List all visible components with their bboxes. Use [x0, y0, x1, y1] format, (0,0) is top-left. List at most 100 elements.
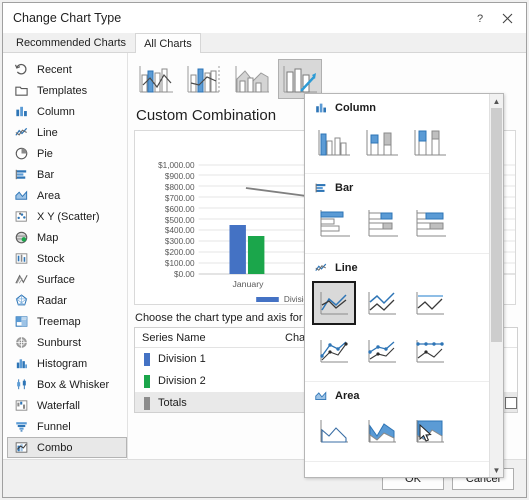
gallery-item-100-stacked-line-with-markers[interactable] — [408, 329, 452, 373]
svg-text:?: ? — [477, 13, 483, 24]
sidebar-item-area[interactable]: Area — [7, 185, 127, 206]
gallery-group-column: Column — [305, 94, 489, 174]
map-icon — [15, 231, 28, 244]
svg-text:$700.00: $700.00 — [165, 194, 195, 203]
box-whisker-icon — [17, 379, 26, 390]
xtick-january: January — [232, 279, 264, 289]
gallery-item-area[interactable] — [312, 409, 356, 453]
svg-text:$900.00: $900.00 — [165, 172, 195, 181]
help-icon[interactable]: ? — [468, 6, 494, 30]
sidebar-item-map[interactable]: Map — [7, 227, 127, 248]
sidebar-item-label: Pie — [37, 147, 53, 160]
gallery-group-bar: Bar — [305, 174, 489, 254]
gallery-group-header: Column — [305, 98, 489, 119]
combo-thumb-clustered-column-line[interactable] — [134, 59, 178, 99]
gallery-group-label: Area — [335, 390, 360, 402]
sidebar-item-combo[interactable]: Combo — [7, 437, 127, 458]
bar-division1-january — [229, 225, 246, 274]
radar-icon — [15, 294, 28, 306]
sidebar-item-sunburst[interactable]: Sunburst — [7, 332, 127, 353]
series-color-swatch — [144, 396, 150, 410]
scrollbar-thumb[interactable] — [491, 108, 502, 343]
waterfall-icon — [15, 400, 28, 411]
pie-icon — [15, 147, 28, 160]
sidebar-item-label: Stock — [37, 252, 65, 265]
svg-text:$1,000.00: $1,000.00 — [158, 161, 195, 170]
chart-type-gallery-flyout: Column Bar Line Area ▲ ▼ — [304, 93, 504, 478]
sidebar-item-waterfall[interactable]: Waterfall — [7, 395, 127, 416]
sidebar-item-treemap[interactable]: Treemap — [7, 311, 127, 332]
gallery-item-100-stacked-line[interactable] — [408, 281, 452, 325]
gallery-item-stacked-line[interactable] — [360, 281, 404, 325]
tab-label: Recommended Charts — [16, 37, 127, 49]
gallery-items — [305, 199, 489, 247]
sidebar-item-label: Area — [37, 189, 61, 202]
gallery-item-100-stacked-area[interactable] — [408, 409, 452, 453]
sidebar-item-radar[interactable]: Radar — [7, 290, 127, 311]
close-icon[interactable] — [494, 6, 520, 30]
sidebar-item-stock[interactable]: Stock — [7, 248, 127, 269]
sidebar-item-xy-scatter[interactable]: X Y (Scatter) — [7, 206, 127, 227]
sidebar-item-label: Waterfall — [37, 399, 80, 412]
sidebar-item-label: Line — [37, 126, 58, 139]
sidebar-item-templates[interactable]: Templates — [7, 80, 127, 101]
secondary-axis-checkbox[interactable] — [505, 397, 517, 409]
sidebar-item-funnel[interactable]: Funnel — [7, 416, 127, 437]
combo-thumb-stacked-area-clustered-column[interactable] — [230, 59, 274, 99]
gallery-item-100-stacked-column[interactable] — [408, 121, 452, 165]
svg-text:$0.00: $0.00 — [174, 270, 195, 279]
scroll-up-icon[interactable]: ▲ — [493, 94, 501, 108]
gallery-item-line[interactable] — [312, 281, 356, 325]
area-icon — [15, 190, 28, 200]
sidebar-item-label: Templates — [37, 84, 88, 97]
gallery-group-label: Line — [335, 262, 358, 274]
scrollbar-track[interactable] — [490, 108, 503, 463]
sidebar-item-column[interactable]: Column — [7, 101, 127, 122]
sidebar-item-label: Bar — [37, 168, 55, 181]
sidebar-item-line[interactable]: Line — [7, 122, 127, 143]
sidebar-item-histogram[interactable]: Histogram — [7, 353, 127, 374]
gallery-item-stacked-area[interactable] — [360, 409, 404, 453]
sidebar-item-pie[interactable]: Pie — [7, 143, 127, 164]
column-header-series-name: Series Name — [142, 331, 206, 344]
gallery-item-clustered-bar[interactable] — [312, 201, 356, 245]
gallery-group-header: Area — [305, 386, 489, 407]
sidebar-item-label: Recent — [37, 63, 72, 76]
sidebar-item-surface[interactable]: Surface — [7, 269, 127, 290]
tab-all-charts[interactable]: All Charts — [135, 33, 201, 53]
legend-swatch-division1 — [256, 297, 279, 302]
sidebar-item-label: Box & Whisker — [37, 378, 110, 391]
sidebar-item-box-whisker[interactable]: Box & Whisker — [7, 374, 127, 395]
gallery-group-header: Bar — [305, 178, 489, 199]
gallery-items — [305, 407, 489, 455]
templates-icon — [15, 86, 28, 96]
tab-label: All Charts — [144, 37, 192, 50]
gallery-scrollbar[interactable]: ▲ ▼ — [489, 94, 503, 477]
sidebar-item-label: Sunburst — [37, 336, 82, 349]
sidebar-item-label: X Y (Scatter) — [37, 210, 100, 223]
sidebar-item-label: Radar — [37, 294, 67, 307]
svg-text:$200.00: $200.00 — [165, 248, 195, 257]
gallery-items — [305, 119, 489, 167]
gallery-item-100-stacked-bar[interactable] — [408, 201, 452, 245]
svg-text:$400.00: $400.00 — [165, 226, 195, 235]
bar-division2-january — [247, 236, 265, 274]
combo-thumb-clustered-column-line-secondary-axis[interactable] — [182, 59, 226, 99]
sidebar-item-bar[interactable]: Bar — [7, 164, 127, 185]
gallery-item-stacked-column[interactable] — [360, 121, 404, 165]
gallery-item-line-with-markers[interactable] — [312, 329, 356, 373]
sunburst-icon — [16, 337, 27, 348]
gallery-item-stacked-bar[interactable] — [360, 201, 404, 245]
sidebar-item-label: Funnel — [37, 420, 71, 433]
scroll-down-icon[interactable]: ▼ — [493, 463, 501, 477]
svg-text:$300.00: $300.00 — [165, 237, 195, 246]
gallery-item-clustered-column[interactable] — [312, 121, 356, 165]
gallery-item-stacked-line-with-markers[interactable] — [360, 329, 404, 373]
tab-recommended-charts[interactable]: Recommended Charts — [7, 33, 136, 52]
sidebar-item-recent[interactable]: Recent — [7, 59, 127, 80]
sidebar-item-label: Treemap — [37, 315, 81, 328]
tab-strip: Recommended Charts All Charts — [3, 33, 526, 53]
sidebar-item-label: Surface — [37, 273, 75, 286]
svg-text:$100.00: $100.00 — [165, 259, 195, 268]
scatter-icon — [15, 211, 27, 222]
